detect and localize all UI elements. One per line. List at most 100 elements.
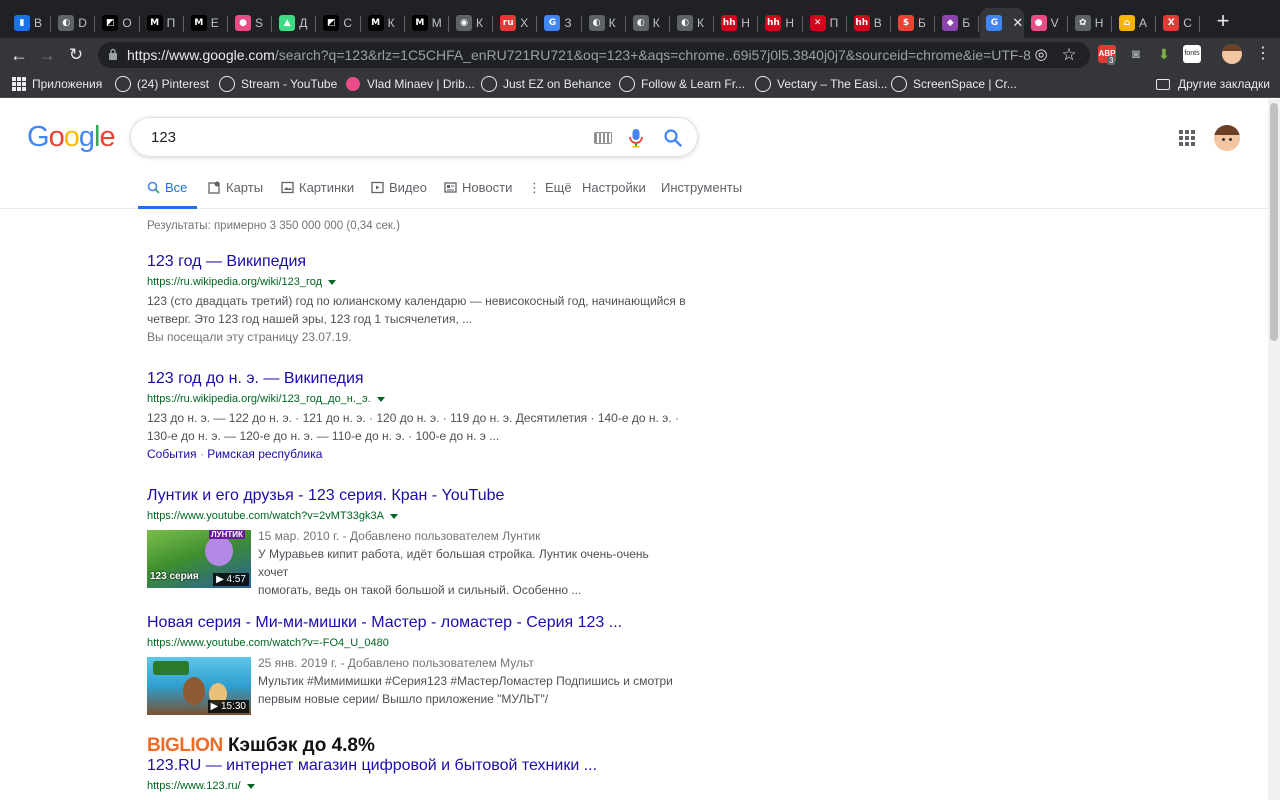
result-url[interactable]: https://www.youtube.com/watch?v=2vMT33gk… [147, 508, 687, 524]
dropdown-arrow-icon[interactable] [389, 513, 398, 519]
result-title-link[interactable]: 123.RU — интернет магазин цифровой и быт… [147, 755, 687, 777]
tab-favicon-icon: G [986, 15, 1003, 31]
browser-tab[interactable]: ● S [229, 8, 273, 38]
browser-tab[interactable]: ◐ К [671, 8, 715, 38]
sitelink[interactable]: Римская республика [207, 447, 322, 461]
scrollbar-thumb[interactable] [1270, 103, 1278, 341]
back-arrow-icon[interactable]: ← [8, 44, 30, 66]
browser-tab[interactable]: ◉ К [450, 8, 494, 38]
google-logo[interactable]: Google [27, 121, 116, 154]
tab-more[interactable]: ⋮ Ещё [528, 180, 572, 209]
browser-tab[interactable]: ✿ Н [1069, 8, 1112, 38]
ad-brand: BIGLION [147, 735, 223, 756]
download-extension-icon[interactable]: ⬇ [1155, 45, 1173, 63]
result-title-link[interactable]: Новая серия - Ми-ми-мишки - Мастер - лом… [147, 612, 687, 634]
browser-tab[interactable]: ▮ В [8, 8, 52, 38]
keyboard-icon[interactable] [594, 132, 612, 144]
tab-title: V [1050, 16, 1059, 30]
forward-arrow-icon[interactable]: → [36, 44, 58, 66]
result-url-text: https://www.youtube.com/watch?v=2vMT33gk… [147, 510, 384, 522]
tab-title: К [652, 16, 660, 30]
tab-all[interactable]: Все [138, 180, 198, 209]
account-avatar[interactable] [1214, 125, 1240, 151]
browser-tab[interactable]: ◩ О [96, 8, 140, 38]
location-icon[interactable]: ◎ [1032, 46, 1050, 64]
tab-images[interactable]: Картинки [281, 180, 354, 209]
bookmark-item[interactable]: Just EZ on Behance [481, 75, 611, 93]
browser-tab[interactable]: ● V [1025, 8, 1068, 38]
result-url[interactable]: https://ru.wikipedia.org/wiki/123_год_до… [147, 391, 687, 407]
camera-extension-icon[interactable]: ◙ [1127, 45, 1145, 63]
tab-tools[interactable]: Инструменты [661, 180, 742, 209]
tab-favicon-icon: ● [235, 15, 251, 31]
video-thumbnail[interactable]: ▶ 15:30 [147, 657, 251, 715]
address-bar[interactable]: https://www.google.com/search?q=123&rlz=… [98, 42, 1090, 68]
browser-tab[interactable]: ▲ Д [273, 8, 317, 38]
browser-tab[interactable]: ◆ Б [936, 8, 980, 38]
tab-active[interactable]: G ✕ [980, 8, 1024, 38]
reload-icon[interactable]: ↻ [65, 44, 87, 66]
browser-tab[interactable]: ◐ К [627, 8, 670, 38]
browser-tab[interactable]: MП [141, 8, 184, 38]
bookmark-item[interactable]: Follow & Learn Fr... [619, 75, 745, 93]
browser-tab[interactable]: MК [362, 8, 405, 38]
tab-label: Инструменты [661, 180, 743, 195]
fonts-extension-icon[interactable]: fonts [1183, 45, 1201, 63]
bookmark-star-icon[interactable]: ☆ [1060, 46, 1078, 64]
bookmark-item[interactable]: Приложения [12, 75, 102, 93]
tab-videos[interactable]: Видео [371, 180, 427, 209]
google-apps-icon[interactable] [1179, 130, 1195, 146]
tab-news[interactable]: Новости [444, 180, 512, 209]
other-bookmarks-folder[interactable]: Другие закладки [1156, 75, 1270, 93]
browser-tab[interactable]: MМ [406, 8, 449, 38]
video-meta: 15 мар. 2010 г. - Добавлено пользователе… [258, 529, 541, 543]
bookmark-item[interactable]: (24) Pinterest [115, 75, 209, 93]
browser-tab[interactable]: GЗ [538, 8, 582, 38]
microphone-icon[interactable] [628, 128, 644, 148]
browser-tab[interactable]: ◐ D [52, 8, 96, 38]
bookmark-item[interactable]: Stream - YouTube [219, 75, 338, 93]
result-url[interactable]: https://www.123.ru/ [147, 778, 687, 794]
tab-settings[interactable]: Настройки [582, 180, 646, 209]
google-results-page: Google 123 Все Карты Картинки Видео Ново… [0, 99, 1268, 800]
tab-label: Карты [226, 180, 264, 195]
biglion-ad-banner[interactable]: BIGLION Кэшбэк до 4.8% [147, 735, 375, 757]
tab-close-icon[interactable]: ✕ [1012, 15, 1023, 31]
browser-tab[interactable]: ME [185, 8, 228, 38]
snippet-line: первым новые серии/ Вышло приложение "МУ… [258, 692, 549, 706]
search-input[interactable]: 123 [151, 129, 176, 146]
tab-title: М [431, 16, 442, 30]
browser-tab[interactable]: $ Б [892, 8, 936, 38]
video-thumbnail[interactable]: ЛУНТИК 123 серия ▶ 4:57 [147, 530, 251, 588]
bookmark-item[interactable]: Vectary – The Easi... [755, 75, 888, 93]
profile-avatar-icon[interactable] [1222, 44, 1242, 64]
result-title-link[interactable]: 123 год до н. э. — Википедия [147, 368, 687, 390]
dropdown-arrow-icon[interactable] [328, 279, 337, 285]
page-scrollbar[interactable] [1268, 99, 1280, 800]
browser-tab[interactable]: hh В [848, 8, 891, 38]
search-icon[interactable] [663, 128, 683, 148]
new-tab-plus-icon[interactable]: + [1212, 10, 1234, 32]
browser-tab[interactable]: ◩ С [317, 8, 361, 38]
result-title-link[interactable]: 123 год — Википедия [147, 251, 687, 273]
menu-kebab-icon[interactable]: ⋮ [1252, 43, 1274, 65]
browser-tab[interactable]: hh Н [715, 8, 759, 38]
browser-tab[interactable]: ХС [1157, 8, 1201, 38]
dropdown-arrow-icon[interactable] [246, 783, 255, 789]
browser-tab[interactable]: hh Н [759, 8, 803, 38]
browser-tab[interactable]: ✕ П [804, 8, 847, 38]
browser-tab[interactable]: ru Х [494, 8, 538, 38]
browser-tab[interactable]: ◐ К [583, 8, 626, 38]
tab-maps[interactable]: Карты [208, 180, 263, 209]
bookmark-label: Stream - YouTube [241, 77, 338, 91]
result-url[interactable]: https://ru.wikipedia.org/wiki/123_год [147, 274, 687, 290]
search-box[interactable]: 123 [130, 117, 698, 157]
bookmark-item[interactable]: Vlad Minaev | Drib... [346, 75, 475, 93]
result-title-link[interactable]: Лунтик и его друзья - 123 серия. Кран - … [147, 485, 687, 507]
bookmark-item[interactable]: ScreenSpace | Cr... [891, 75, 1017, 93]
sitelink[interactable]: События [147, 447, 197, 461]
result-url[interactable]: https://www.youtube.com/watch?v=-FO4_U_0… [147, 635, 687, 651]
dropdown-arrow-icon[interactable] [376, 396, 385, 402]
browser-tab[interactable]: ⌂ А [1113, 8, 1157, 38]
tab-title: К [608, 16, 616, 30]
